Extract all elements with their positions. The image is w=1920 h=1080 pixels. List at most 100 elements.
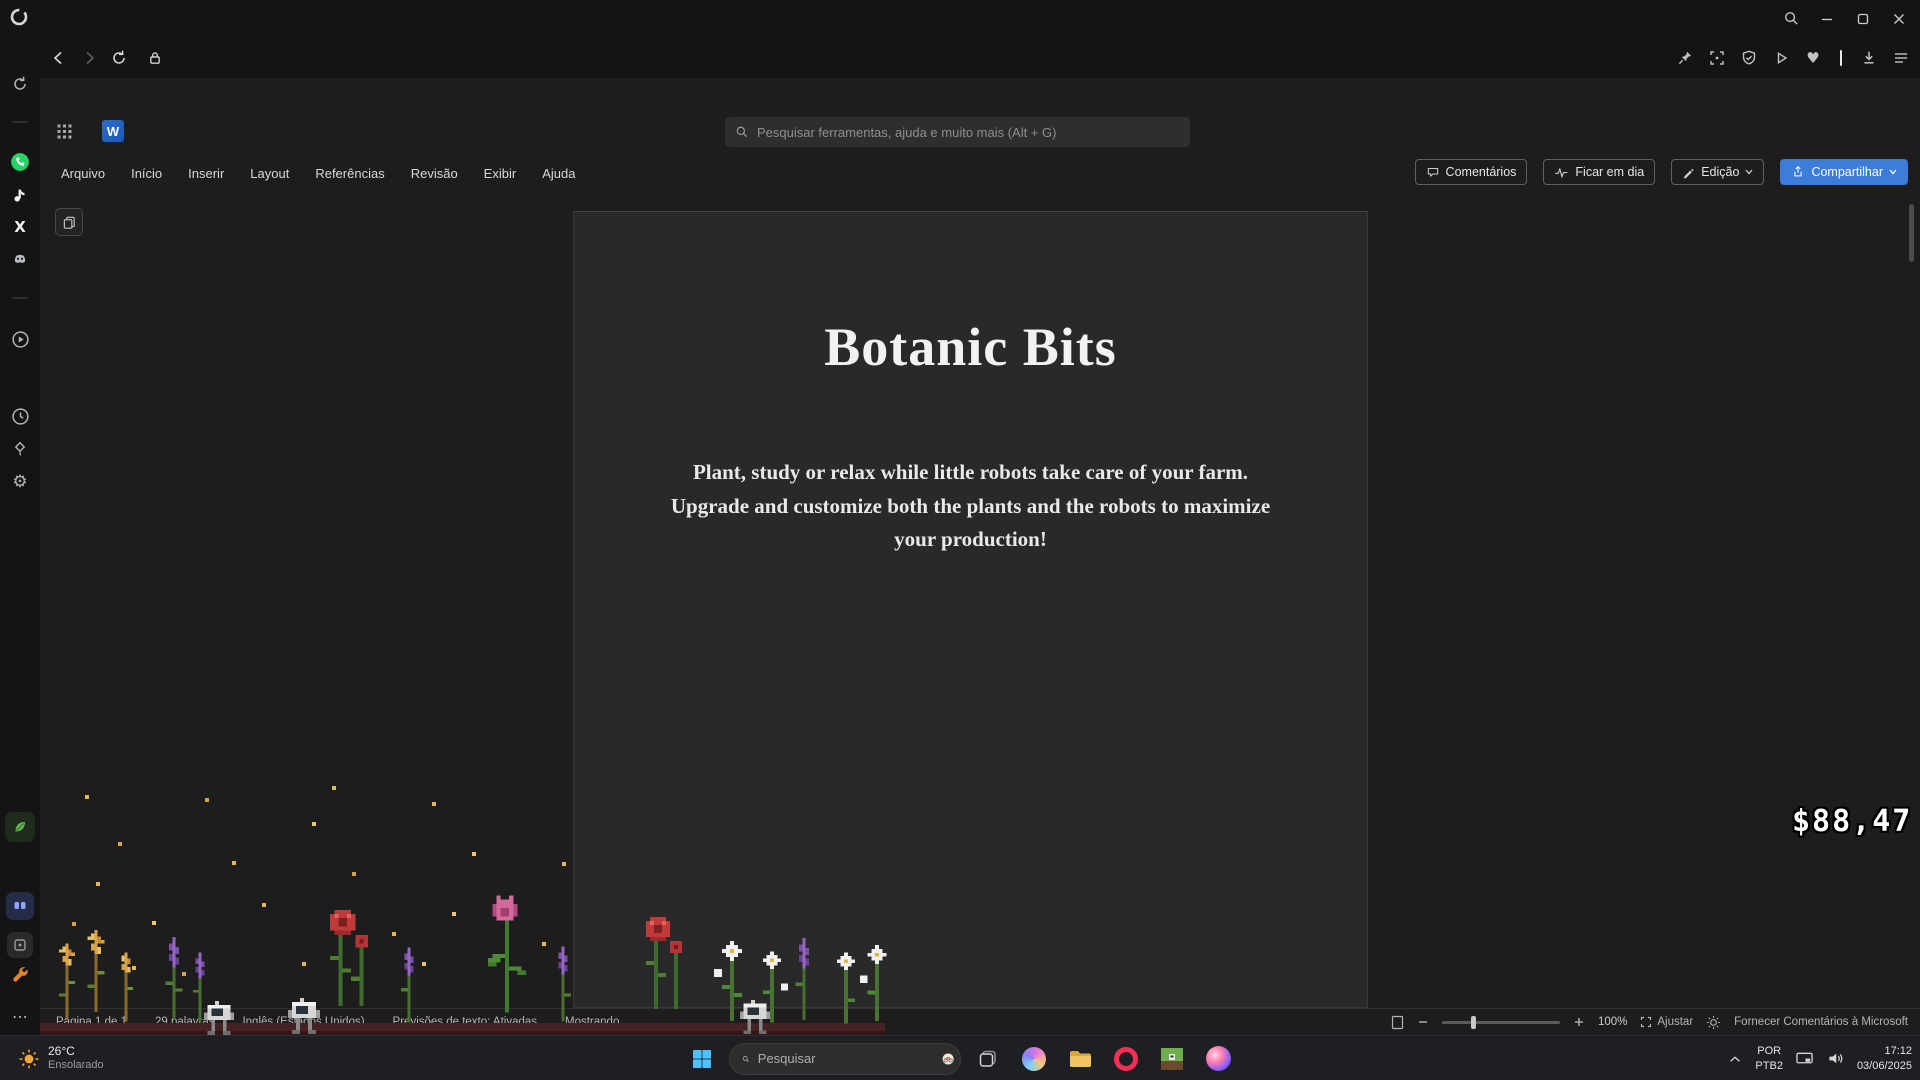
status-language[interactable]: Inglês (Estados Unidos)	[242, 1016, 364, 1028]
heart-icon[interactable]: ♥	[1802, 47, 1824, 69]
word-search-input[interactable]	[757, 125, 1180, 140]
fit-page-icon	[1640, 1016, 1652, 1028]
window-close-button[interactable]	[1888, 8, 1910, 30]
history-clock-icon[interactable]	[8, 404, 32, 428]
status-page-count[interactable]: Página 1 de 1	[56, 1016, 127, 1028]
zoom-in-icon[interactable]	[1573, 1016, 1585, 1028]
settings-gear-icon[interactable]: ⚙	[8, 470, 32, 494]
document-page[interactable]: Botanic Bits Plant, study or relax while…	[573, 211, 1368, 1008]
chevron-down-icon	[1889, 169, 1897, 175]
sidebar-more-icon[interactable]: ⋯	[8, 1004, 32, 1028]
menu-arquivo[interactable]: Arquivo	[61, 166, 105, 181]
word-menubar: Arquivo Início Inserir Layout Referência…	[61, 160, 575, 186]
catch-up-label: Ficar em dia	[1575, 165, 1644, 179]
titlebar-search-icon[interactable]	[1780, 8, 1802, 30]
file-explorer-icon[interactable]	[1061, 1040, 1099, 1078]
word-actionbar: Comentários Ficar em dia Edição Comparti…	[1415, 159, 1908, 185]
menu-referencias[interactable]: Referências	[315, 166, 384, 181]
zoom-level[interactable]: 100%	[1598, 1016, 1627, 1028]
status-text-predictions[interactable]: Previsões de texto: Ativadas	[393, 1016, 537, 1028]
taskbar-search-input[interactable]	[758, 1051, 934, 1066]
pin-icon[interactable]	[1674, 47, 1696, 69]
windows-taskbar: 26°C Ensolarado	[0, 1035, 1920, 1080]
menu-layout[interactable]: Layout	[250, 166, 289, 181]
menu-revisao[interactable]: Revisão	[411, 166, 458, 181]
zoom-slider[interactable]	[1442, 1021, 1560, 1024]
window-minimize-button[interactable]	[1816, 8, 1838, 30]
fit-page-label: Ajustar	[1657, 1016, 1693, 1028]
tiktok-icon[interactable]	[8, 183, 32, 207]
shield-check-icon[interactable]	[1738, 47, 1760, 69]
text-cursor-indicator	[1840, 50, 1842, 66]
wrench-icon[interactable]	[8, 962, 32, 986]
pinboard-kite-icon[interactable]	[8, 437, 32, 461]
sync-icon[interactable]	[8, 72, 32, 96]
forward-button[interactable]	[78, 47, 100, 69]
start-button[interactable]	[683, 1040, 721, 1078]
snapshot-icon[interactable]	[1706, 47, 1728, 69]
copilot-icon[interactable]	[1015, 1040, 1053, 1078]
whatsapp-icon[interactable]	[8, 150, 32, 174]
menu-ajuda[interactable]: Ajuda	[542, 166, 575, 181]
screen: ♥ X	[0, 0, 1920, 1080]
pencil-icon	[1682, 166, 1695, 179]
word-app: W Arquivo Início Inserir Layout Referênc…	[40, 78, 1920, 1035]
task-view-button[interactable]	[969, 1040, 1007, 1078]
weather-temp: 26°C	[48, 1044, 104, 1059]
share-button[interactable]: Compartilhar	[1780, 159, 1908, 185]
sidebar-divider	[12, 297, 28, 299]
tray-date: 03/06/2025	[1857, 1059, 1912, 1073]
discord-icon[interactable]	[8, 248, 32, 272]
search-icon	[742, 1052, 750, 1066]
word-search-box[interactable]	[725, 117, 1190, 147]
browser-sidebar: X ⚙ ⋯	[0, 37, 40, 1035]
opera-gx-icon[interactable]	[1107, 1040, 1145, 1078]
brightness-toggle-icon[interactable]	[1706, 1015, 1721, 1030]
taskbar-search-box[interactable]	[729, 1043, 961, 1075]
lang-bottom: PTB2	[1755, 1059, 1783, 1073]
chevron-down-icon	[1745, 169, 1753, 175]
speaker-icon[interactable]	[1826, 1050, 1845, 1067]
menu-inserir[interactable]: Inserir	[188, 166, 224, 181]
browser-logo-icon[interactable]	[8, 6, 30, 28]
back-button[interactable]	[48, 47, 70, 69]
comments-button[interactable]: Comentários	[1415, 159, 1528, 185]
word-logo-icon[interactable]: W	[102, 120, 124, 142]
window-maximize-button[interactable]	[1852, 8, 1874, 30]
gx-corner-icon[interactable]	[8, 327, 32, 351]
fit-page-control[interactable]: Ajustar	[1640, 1016, 1693, 1028]
search-icon	[735, 125, 749, 139]
menu-inicio[interactable]: Início	[131, 166, 162, 181]
clock-widget[interactable]: 17:12 03/06/2025	[1857, 1044, 1912, 1073]
cast-display-icon[interactable]	[1795, 1050, 1814, 1067]
zoom-slider-thumb[interactable]	[1471, 1016, 1476, 1029]
document-scrollbar[interactable]	[1909, 204, 1914, 262]
menu-exibir[interactable]: Exibir	[484, 166, 517, 181]
leaf-app-icon[interactable]	[5, 812, 35, 842]
robot-app-icon[interactable]	[6, 892, 34, 920]
pixel-game-icon[interactable]	[1153, 1040, 1191, 1078]
weather-widget[interactable]: 26°C Ensolarado	[18, 1036, 104, 1080]
tray-chevron-up-icon[interactable]	[1727, 1052, 1743, 1066]
x-twitter-icon[interactable]: X	[8, 215, 32, 239]
colorful-sphere-app-icon[interactable]	[1199, 1040, 1237, 1078]
page-view-icon[interactable]	[1391, 1015, 1404, 1030]
weather-condition: Ensolarado	[48, 1059, 104, 1073]
copy-icon	[62, 215, 77, 230]
app-launcher-icon[interactable]	[52, 119, 76, 143]
clipboard-button[interactable]	[55, 208, 83, 236]
flow-play-icon[interactable]	[1770, 47, 1792, 69]
site-lock-icon[interactable]	[144, 47, 166, 69]
reload-button[interactable]	[108, 47, 130, 69]
panels-menu-icon[interactable]	[1890, 47, 1912, 69]
status-word-count[interactable]: 29 palavras	[155, 1016, 214, 1028]
share-icon	[1791, 165, 1805, 179]
keyboard-language-indicator[interactable]: POR PTB2	[1755, 1044, 1783, 1073]
screenshot-tool-icon[interactable]	[7, 932, 33, 958]
editing-mode-button[interactable]: Edição	[1671, 159, 1764, 185]
catch-up-button[interactable]: Ficar em dia	[1543, 159, 1655, 185]
feedback-link[interactable]: Fornecer Comentários à Microsoft	[1734, 1016, 1908, 1028]
document-body-text: Plant, study or relax while little robot…	[661, 456, 1281, 557]
zoom-out-icon[interactable]	[1417, 1016, 1429, 1028]
downloads-icon[interactable]	[1858, 47, 1880, 69]
